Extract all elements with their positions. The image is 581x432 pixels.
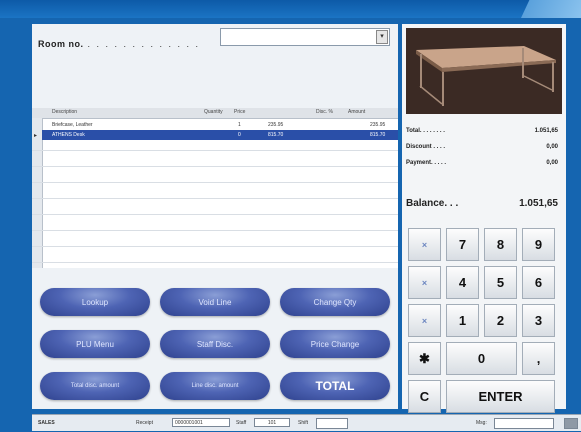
col-amount[interactable]: Amount [348,109,365,115]
cell-amount: 235.95 [370,122,386,128]
row-marker-icon: ▸ [34,133,38,139]
grid-line [32,182,398,183]
payment-value: 0,00 [546,160,558,166]
payment-row: Payment. . . . . 0,00 [406,158,562,170]
balance-value: 1.051,65 [519,198,558,209]
corner-tab [521,0,581,18]
discount-row: Discount . . . . 0,00 [406,142,562,154]
staff-disc-button[interactable]: Staff Disc. [160,330,270,358]
void-line-button[interactable]: Void Line [160,288,270,316]
staff-field: 101 [254,418,290,427]
total-row: Total. . . . . . . . 1.051,65 [406,126,562,138]
grid-line [32,262,398,263]
change-qty-button[interactable]: Change Qty [280,288,390,316]
total-disc-button[interactable]: Total disc. amount [40,372,150,400]
desk-illustration [406,28,562,114]
multiply-key[interactable]: × [408,304,441,337]
cell-amount: 815.70 [370,132,386,138]
balance-label: Balance. . . [406,198,459,209]
msg-field[interactable] [494,418,554,429]
product-image [406,28,562,114]
multiply-key[interactable]: × [408,228,441,261]
grid-line [32,198,398,199]
key-4[interactable]: 4 [446,266,479,299]
grid-line [32,230,398,231]
room-row: Room no. . . . . . . . . . . . . . [38,36,200,52]
col-disc[interactable]: Disc. % [316,109,333,115]
cell-price: 235.95 [268,122,284,128]
payment-label: Payment. . . . . [406,160,447,166]
table-row[interactable]: Briefcase, Leather 1 235.95 235.95 [42,120,398,130]
sales-panel: Room no. . . . . . . . . . . . . . ▾ Des… [32,24,398,409]
title-bar [0,0,581,18]
grid-line [32,166,398,167]
receipt-field: 0000001001 [172,418,230,427]
multiply-key[interactable]: × [408,266,441,299]
cell-price: 815.70 [268,132,284,138]
cell-qty: 0 [238,132,241,138]
pos-window: Room no. . . . . . . . . . . . . . ▾ Des… [0,0,581,432]
clear-key[interactable]: C [408,380,441,413]
enter-key[interactable]: ENTER [446,380,555,413]
discount-value: 0,00 [546,144,558,150]
key-2[interactable]: 2 [484,304,517,337]
status-bar: SALES Receipt 0000001001 Staff 101 Shift… [32,414,581,431]
grid-line [32,246,398,247]
cell-desc: Briefcase, Leather [52,122,93,128]
staff-label: Staff [236,420,247,426]
key-0[interactable]: 0 [446,342,517,375]
balance-row: Balance. . . 1.051,65 [406,196,562,212]
status-icon[interactable] [564,418,578,429]
grid-line [32,150,398,151]
cell-qty: 1 [238,122,241,128]
room-select[interactable]: ▾ [220,28,390,46]
grid-line [32,214,398,215]
key-8[interactable]: 8 [484,228,517,261]
key-5[interactable]: 5 [484,266,517,299]
key-9[interactable]: 9 [522,228,555,261]
msg-label: Msg: [476,420,487,426]
plu-menu-button[interactable]: PLU Menu [40,330,150,358]
total-label: Total. . . . . . . . [406,128,445,134]
asterisk-key[interactable]: ✱ [408,342,441,375]
grid-header: Description Quantity Price Disc. % Amoun… [32,108,398,119]
total-value: 1.051,65 [534,128,558,134]
col-quantity[interactable]: Quantity [204,109,223,115]
key-6[interactable]: 6 [522,266,555,299]
chevron-down-icon[interactable]: ▾ [376,30,388,44]
room-dots: . . . . . . . . . . . . . [87,39,201,49]
lookup-button[interactable]: Lookup [40,288,150,316]
table-row[interactable]: ATHENS Desk 0 815.70 815.70 [42,130,398,140]
shift-label: Shift [298,420,309,426]
shift-field [316,418,348,429]
key-3[interactable]: 3 [522,304,555,337]
mode-label: SALES [38,420,55,426]
price-change-button[interactable]: Price Change [280,330,390,358]
sales-grid: Description Quantity Price Disc. % Amoun… [32,108,398,268]
col-description[interactable]: Description [52,109,77,115]
key-7[interactable]: 7 [446,228,479,261]
discount-label: Discount . . . . [406,144,446,150]
comma-key[interactable]: , [522,342,555,375]
room-label: Room no. [38,39,84,49]
key-1[interactable]: 1 [446,304,479,337]
summary-panel: Total. . . . . . . . 1.051,65 Discount .… [402,24,566,413]
cell-desc: ATHENS Desk [52,132,85,138]
total-button[interactable]: TOTAL [280,372,390,400]
col-price[interactable]: Price [234,109,245,115]
receipt-label: Receipt [136,420,153,426]
line-disc-button[interactable]: Line disc. amount [160,372,270,400]
